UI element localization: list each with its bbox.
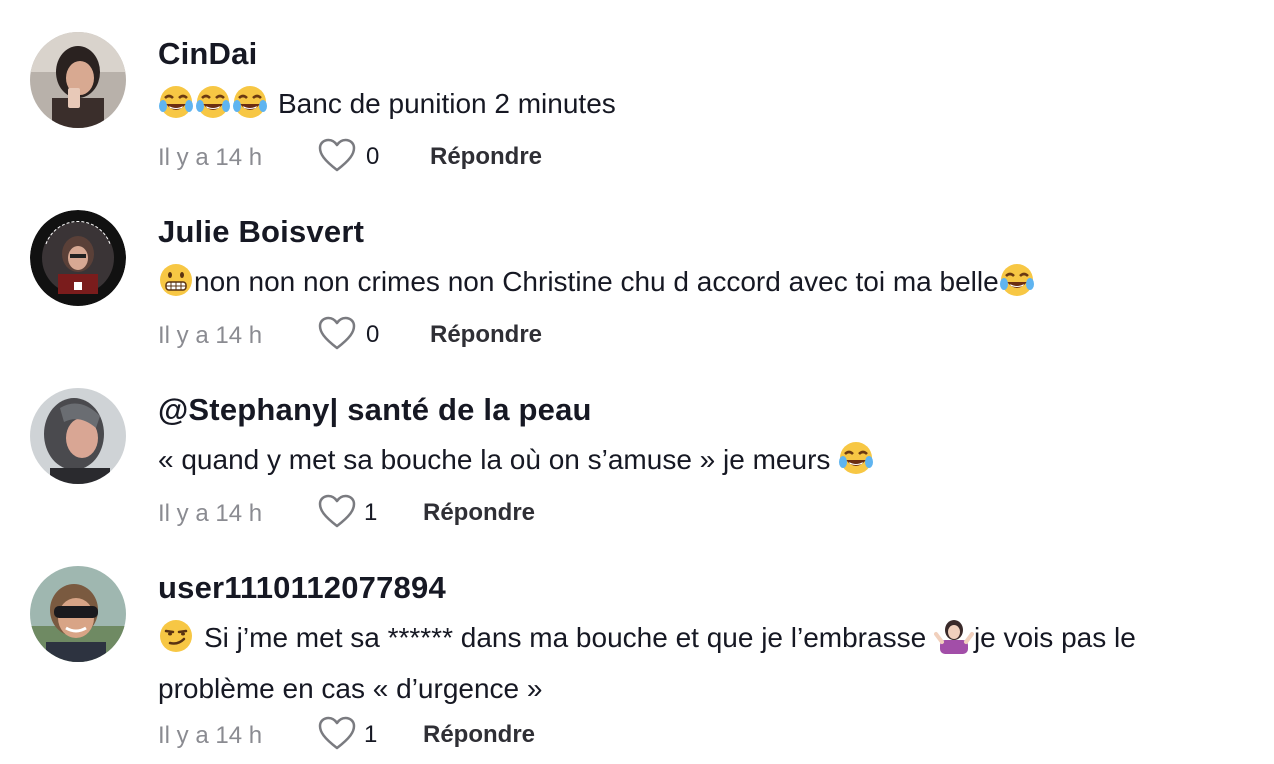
comment-time: Il y a 14 h [158, 722, 263, 749]
face-with-tears-of-joy-icon [999, 262, 1035, 311]
comment-text: non non non crimes non Christine chu d a… [158, 260, 1254, 311]
comment-time: Il y a 14 h [158, 500, 263, 527]
comment-text-content: Banc de punition 2 minutes [278, 88, 616, 119]
reply-button[interactable]: Répondre [423, 499, 535, 527]
comment-meta: Il y a 14 h 1 Répondre [158, 494, 1058, 534]
comment-text-content: « quand y met sa bouche la où on s’amuse… [158, 444, 831, 475]
heart-icon[interactable] [318, 138, 356, 174]
like-count: 0 [366, 143, 380, 170]
woman-shrugging-icon [933, 618, 974, 667]
comment-text-content: non non non crimes non Christine chu d a… [194, 266, 999, 297]
like-count: 0 [366, 321, 380, 348]
comment-text: « quand y met sa bouche la où on s’amuse… [158, 438, 1254, 489]
comment-text: Si j’me met sa ****** dans ma bouche et … [158, 616, 1254, 711]
grimacing-face-icon [158, 262, 194, 311]
avatar[interactable] [30, 566, 126, 662]
comment-time: Il y a 14 h [158, 322, 263, 349]
heart-icon[interactable] [318, 316, 356, 352]
heart-icon[interactable] [318, 494, 356, 530]
face-with-tears-of-joy-icon [232, 84, 268, 133]
face-with-tears-of-joy-icon [838, 440, 874, 489]
reply-button[interactable]: Répondre [423, 721, 535, 749]
avatar[interactable] [30, 388, 126, 484]
comment-meta: Il y a 14 h 0 Répondre [158, 316, 1058, 356]
comment-text-content: Si j’me met sa ****** dans ma bouche et … [204, 622, 927, 653]
comment-username[interactable]: @Stephany| santé de la peau [158, 392, 592, 428]
comment-time: Il y a 14 h [158, 144, 263, 171]
comment-text: Banc de punition 2 minutes [158, 82, 1254, 133]
heart-icon[interactable] [318, 716, 356, 752]
reply-button[interactable]: Répondre [430, 321, 542, 349]
comment-meta: Il y a 14 h 0 Répondre [158, 138, 1058, 178]
comment-username[interactable]: Julie Boisvert [158, 214, 364, 250]
like-count: 1 [364, 499, 378, 526]
avatar[interactable] [30, 210, 126, 306]
smirking-face-icon [158, 618, 194, 667]
like-count: 1 [364, 721, 378, 748]
reply-button[interactable]: Répondre [430, 143, 542, 171]
face-with-tears-of-joy-icon [158, 84, 194, 133]
comment-meta: Il y a 14 h 1 Répondre [158, 716, 1058, 756]
comment-username[interactable]: CinDai [158, 36, 257, 72]
avatar[interactable] [30, 32, 126, 128]
comment-username[interactable]: user1110112077894 [158, 570, 446, 606]
face-with-tears-of-joy-icon [195, 84, 231, 133]
